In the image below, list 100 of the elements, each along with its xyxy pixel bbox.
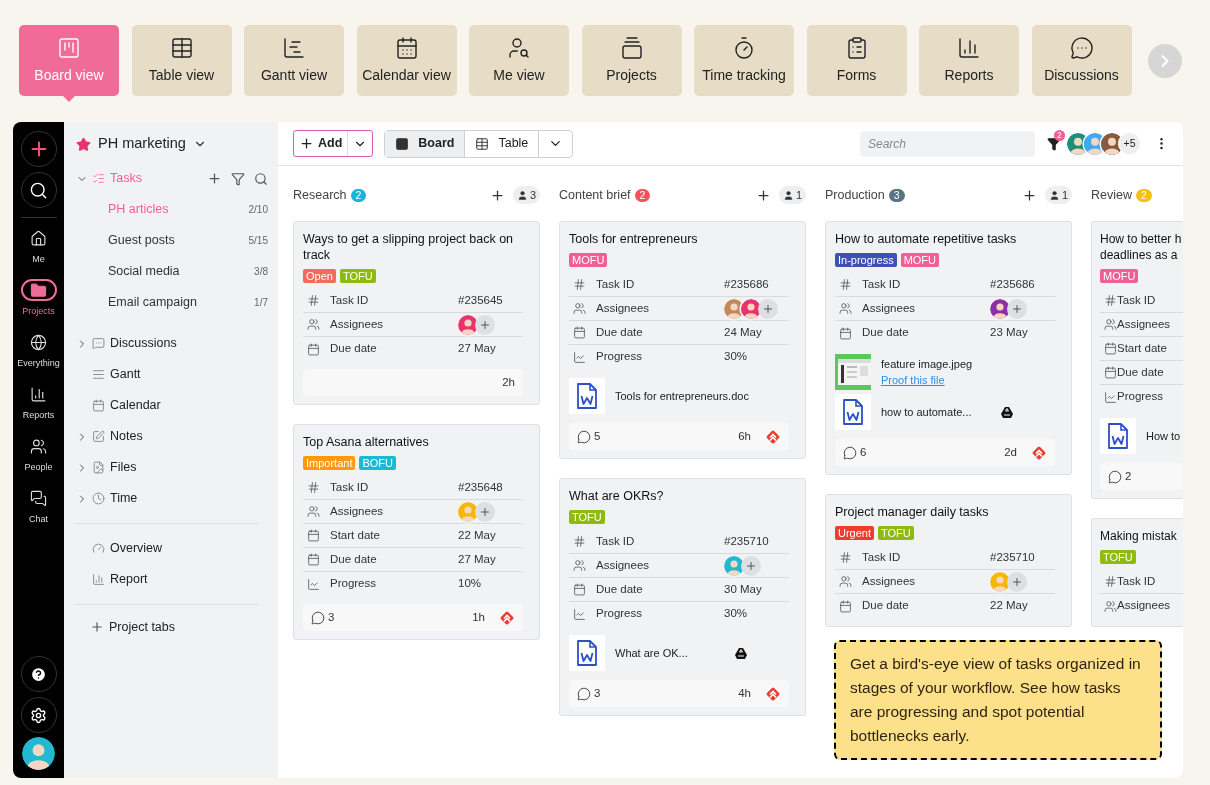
comment-icon — [1108, 469, 1122, 484]
timer-icon — [732, 35, 756, 60]
people-chip[interactable]: 1 — [778, 186, 806, 204]
task-list-item[interactable]: Guest posts 5/15 — [76, 225, 268, 256]
add-icon[interactable] — [207, 171, 222, 186]
file-icon — [92, 461, 105, 474]
plus-icon — [299, 136, 314, 151]
add-assignee-button[interactable] — [758, 298, 778, 319]
task-card[interactable]: How to better h deadlines as a MOFU Task ID Assignees Start date Due date Progress How to 2 — [1091, 221, 1183, 499]
sidebar-item[interactable]: Notes — [76, 421, 268, 452]
hash-icon — [307, 294, 320, 307]
card-title: Project manager daily tasks — [835, 504, 990, 520]
sidebar-item[interactable]: Report — [76, 564, 258, 595]
tag: TOFU — [339, 269, 376, 283]
project-title[interactable]: PH marketing — [98, 133, 186, 155]
sidebar-item[interactable]: Discussions — [76, 328, 268, 359]
add-assignee-button[interactable] — [741, 555, 761, 576]
more-members-badge[interactable]: +5 — [1118, 132, 1141, 155]
drive-icon[interactable] — [1001, 406, 1013, 418]
search-field[interactable]: Search — [860, 130, 1035, 157]
task-card[interactable]: Ways to get a slipping project back on track Open TOFU Task ID #235645 Assignees Due date 27 May 2h — [293, 221, 540, 405]
task-list-item[interactable]: Email campaign 1/7 — [76, 287, 268, 318]
rail-item[interactable]: Projects — [13, 279, 64, 331]
feature-tab[interactable]: Forms — [806, 25, 907, 96]
task-card[interactable]: How to automate repetitive tasks In-progress MOFU Task ID #235686 Assignees Due date 23 May feature image.jpeg Proof this file how to automate... 6 2d — [825, 221, 1072, 475]
search-icon[interactable] — [254, 171, 268, 186]
add-assignee-button[interactable] — [475, 501, 495, 522]
bar-chart-icon — [30, 385, 47, 403]
count-badge: 3 — [888, 188, 905, 202]
field-label: Progress — [1117, 389, 1165, 405]
feature-tab[interactable]: Table view — [131, 25, 232, 96]
sidebar-item[interactable]: Overview — [76, 533, 258, 564]
attachment-name[interactable]: feature image.jpeg — [881, 355, 973, 372]
rail-item[interactable]: People — [13, 435, 64, 487]
view-toggle[interactable]: Board — [385, 130, 466, 157]
add-card-icon[interactable] — [489, 187, 505, 203]
field-value: 30% — [724, 606, 748, 622]
sidebar-item[interactable]: Calendar — [76, 390, 268, 421]
calendar-icon — [307, 342, 320, 356]
task-card[interactable]: What are OKRs? TOFU Task ID #235710 Assignees Due date 30 May Progress 30% What are OK... 3 4h — [559, 478, 806, 716]
folder-icon — [30, 281, 47, 299]
people-icon — [573, 559, 586, 572]
people-icon — [839, 575, 852, 588]
feature-tab[interactable]: Discussions — [1031, 25, 1132, 96]
sidebar-item[interactable]: Time — [76, 483, 268, 514]
people-chip[interactable]: 1 — [1044, 186, 1072, 204]
tag: MOFU — [1100, 269, 1139, 283]
feature-tab[interactable]: Time tracking — [694, 25, 794, 96]
comment-count: 3 — [328, 609, 335, 625]
add-card-icon[interactable] — [1021, 187, 1037, 203]
sidebar-item[interactable]: Gantt — [76, 359, 268, 390]
task-card[interactable]: Making mistak TOFU Task ID Assignees — [1091, 518, 1183, 627]
comment-icon — [577, 429, 591, 444]
search-icon — [29, 180, 48, 200]
field-label: Task ID — [596, 276, 636, 292]
line-chart-icon — [1104, 390, 1117, 404]
calendar-icon — [394, 35, 419, 60]
attachment-name[interactable]: How to — [1146, 427, 1181, 445]
hash-icon — [1104, 294, 1117, 307]
task-list-item[interactable]: PH articles 2/10 — [76, 194, 268, 225]
table-icon — [169, 35, 194, 60]
task-card[interactable]: Tools for entrepreneurs MOFU Task ID #235686 Assignees Due date 24 May Progress 30% Tools for entrepreneurs.doc 5 6h — [559, 221, 806, 459]
people-chip[interactable]: 3 — [512, 186, 540, 204]
rail-item[interactable]: Me — [13, 227, 64, 279]
feature-tab[interactable]: Gantt view — [244, 25, 344, 96]
field-label: Assignees — [330, 503, 385, 519]
task-card[interactable]: Project manager daily tasks Urgent TOFU Task ID #235710 Assignees Due date 22 May — [825, 494, 1072, 627]
drive-icon[interactable] — [735, 647, 747, 659]
attachment-name[interactable]: how to automate... — [881, 403, 972, 421]
rail-item[interactable]: Everything — [13, 331, 64, 383]
task-list-item[interactable]: Social media 3/8 — [76, 256, 268, 287]
pointer-icon — [63, 96, 75, 102]
sidebar-item[interactable]: Files — [76, 452, 268, 483]
field-label: Due date — [862, 325, 910, 341]
card-title: Tools for entrepreneurs — [569, 231, 699, 247]
attachment-name[interactable]: Tools for entrepreneurs.doc — [615, 387, 749, 405]
feature-tab[interactable]: Calendar view — [356, 25, 457, 96]
stack-icon — [619, 35, 644, 60]
gantt-icon — [282, 35, 306, 60]
tag: TOFU — [1100, 550, 1136, 564]
field-label: Progress — [330, 576, 378, 592]
column-title: Research — [293, 186, 347, 204]
feature-tab[interactable]: Projects — [581, 25, 682, 96]
field-label: Assignees — [862, 300, 917, 316]
add-assignee-button[interactable] — [1007, 571, 1027, 592]
add-project-tab-button[interactable]: Project tabs — [76, 613, 175, 641]
rail-item[interactable]: Chat — [13, 487, 64, 539]
add-assignee-button[interactable] — [475, 314, 495, 335]
star-icon[interactable] — [76, 136, 91, 152]
task-card[interactable]: Top Asana alternatives Important BOFU Task ID #235648 Assignees Start date 22 May Due date 27 May Progress 10% 3 1h — [293, 424, 540, 640]
attachment-name[interactable]: What are OK... — [615, 644, 688, 662]
comment-icon — [311, 610, 325, 625]
add-assignee-button[interactable] — [1007, 298, 1027, 319]
add-card-icon[interactable] — [755, 187, 771, 203]
field-label: Due date — [330, 341, 378, 357]
add-button[interactable]: Add — [293, 130, 374, 157]
line-chart-icon — [573, 607, 586, 621]
feature-tab[interactable]: Me view — [469, 25, 569, 96]
feature-tab[interactable]: Reports — [919, 25, 1019, 96]
rail-item[interactable]: Reports — [13, 383, 64, 435]
